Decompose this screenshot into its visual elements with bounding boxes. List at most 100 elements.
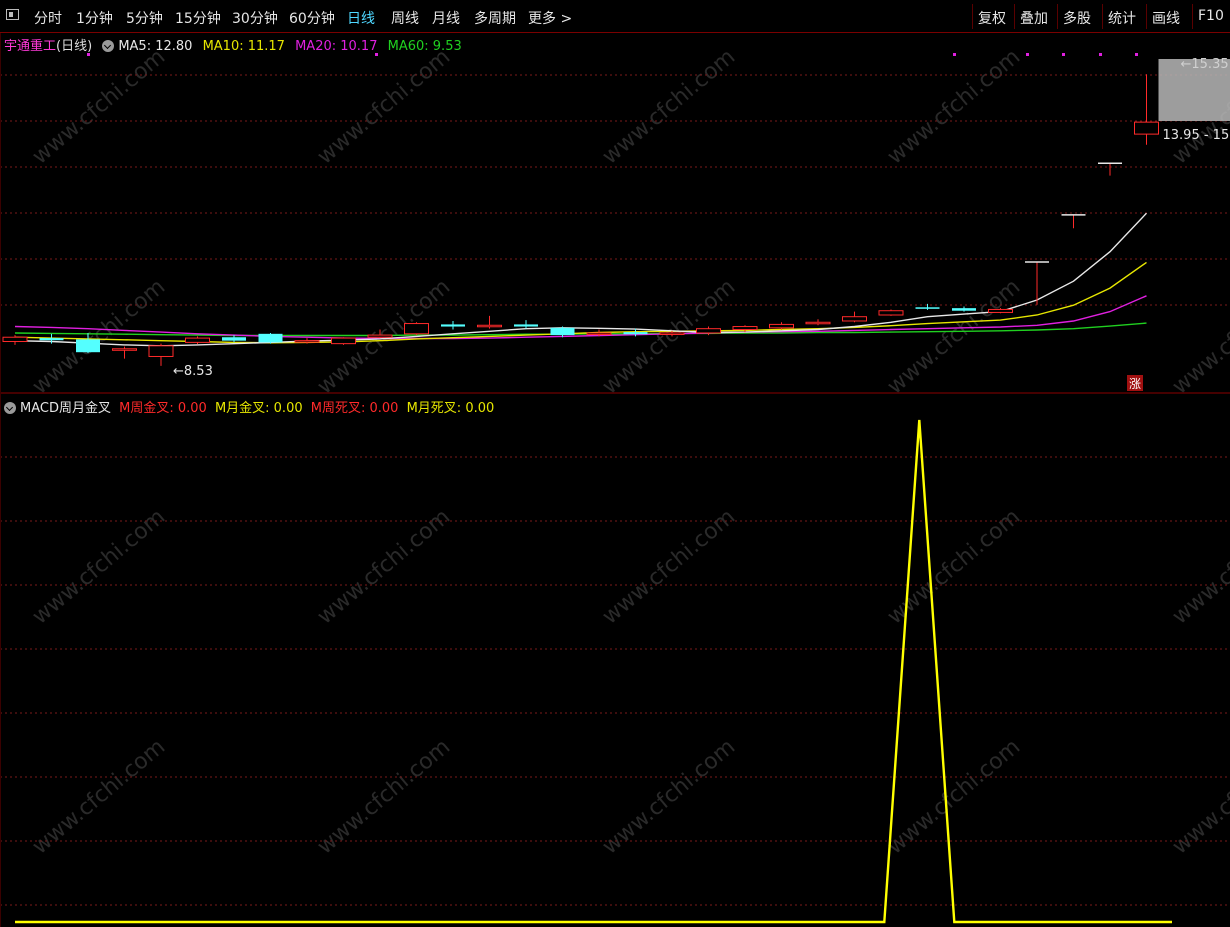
candle-body [732, 326, 758, 331]
toolbar-tab-1min[interactable]: 1分钟 [76, 8, 113, 28]
toolbar-tab-60min[interactable]: 60分钟 [289, 8, 335, 28]
candle-body [550, 327, 575, 336]
m-week-dead-label: M周死叉: 0.00 [310, 401, 399, 416]
candle-body [586, 332, 612, 335]
toolbar-button-overlay[interactable]: 叠加 [1020, 8, 1048, 28]
toolbar-separator [1014, 4, 1015, 29]
candle-body [294, 340, 320, 343]
candle-body [39, 338, 64, 341]
candle-body [477, 324, 502, 328]
candle-body [915, 307, 940, 309]
high-price-label: ←15.35 [1181, 57, 1229, 72]
candle-body [404, 323, 429, 335]
toolbar-separator [1057, 4, 1058, 29]
watermark-text: www.cfchi.com [598, 504, 740, 629]
toolbar-tab-15min[interactable]: 15分钟 [175, 8, 221, 28]
candle-body [659, 332, 685, 335]
candle-body [258, 333, 283, 343]
candle-body [331, 337, 356, 345]
candle-body [367, 334, 393, 338]
period-toolbar: 分时 1分钟 5分钟 15分钟 30分钟 60分钟 日线 周线 月线 多周期 更多 > 复权 叠加 多股统… [0, 0, 1230, 33]
candle-body [441, 324, 465, 327]
top-marker-dot [1062, 53, 1065, 56]
watermark-text: www.cfchi.com [598, 734, 740, 859]
grid-lines [0, 74, 1230, 906]
watermark-text: www.cfchi.com [313, 504, 455, 629]
candle-body [696, 328, 721, 334]
low-price-label: ←8.53 [173, 364, 213, 379]
stock-name[interactable]: 宇通重工 [4, 39, 56, 54]
chart-canvas: www.cfchi.com www.cfchi.com www.cfchi.com w… [0, 33, 1230, 927]
watermark-text: www.cfchi.com [1168, 504, 1230, 629]
candle-body [623, 332, 648, 335]
toolbar-tab-daily[interactable]: 日线 [347, 8, 375, 28]
toolbar-tab-minute[interactable]: 分时 [34, 8, 62, 28]
candle-body [185, 337, 210, 343]
watermark-text: www.cfchi.com [883, 274, 1025, 399]
signal-line [15, 419, 1172, 924]
toolbar-button-draw[interactable]: 画线 [1152, 8, 1180, 28]
toolbar-tab-weekly[interactable]: 周线 [391, 8, 419, 28]
toolbar-tab-monthly[interactable]: 月线 [432, 8, 460, 28]
watermark-layer: www.cfchi.com www.cfchi.com www.cfchi.com w… [28, 44, 1230, 859]
candle-body [2, 336, 28, 343]
toolbar-tab-5min[interactable]: 5分钟 [126, 8, 163, 28]
toolbar-button-f10[interactable]: F10 [1198, 8, 1224, 24]
m-month-dead-label: M月死叉: 0.00 [406, 401, 495, 416]
toolbar-button-statistics[interactable]: 统计 [1108, 8, 1136, 28]
watermark-text: www.cfchi.com [28, 504, 170, 629]
toolbar-separator [1192, 4, 1193, 29]
candle-body [222, 337, 246, 341]
ma10-label: MA10: 11.17 [202, 39, 285, 54]
candle-body [1134, 121, 1159, 135]
candle-body [769, 323, 794, 329]
ma60-label: MA60: 9.53 [387, 39, 462, 54]
watermark-text: www.cfchi.com [883, 44, 1025, 169]
toolbar-separator [1102, 4, 1103, 29]
m-week-golden-label: M周金叉: 0.00 [119, 401, 207, 416]
dropdown-icon[interactable] [102, 40, 115, 52]
top-marker-dot [1026, 53, 1029, 56]
ma5-label: MA5: 12.80 [118, 39, 193, 54]
m-month-golden-label: M月金叉: 0.00 [214, 401, 303, 416]
main-legend: 宇通重工(日线) MA5: 12.80 MA10: 11.17 MA20: 10… [4, 35, 462, 54]
toolbar-separator [1146, 4, 1147, 29]
candle-body [112, 348, 137, 351]
candle-body [878, 310, 904, 316]
indicator-legend: MACD周月金叉 M周金叉: 0.00 M月金叉: 0.00 M周死叉: 0.0… [4, 397, 494, 416]
watermark-text: www.cfchi.com [1168, 274, 1230, 399]
panel-toggle-icon[interactable] [6, 9, 19, 20]
toolbar-button-multi-stock[interactable]: 多股 [1063, 8, 1091, 28]
indicator-name[interactable]: MACD周月金叉 [20, 401, 111, 416]
candle-body [842, 316, 867, 322]
ma20-label: MA20: 10.17 [295, 39, 378, 54]
top-marker-dot [1135, 53, 1138, 56]
limit-up-label: 涨 [1129, 376, 1141, 391]
top-marker-dot [953, 53, 956, 56]
toolbar-separator [972, 4, 973, 29]
watermark-text: www.cfchi.com [28, 734, 170, 859]
candle-body [805, 321, 831, 325]
toolbar-tab-30min[interactable]: 30分钟 [232, 8, 278, 28]
watermark-text: www.cfchi.com [313, 734, 455, 859]
toolbar-button-restore-rights[interactable]: 复权 [978, 8, 1006, 28]
watermark-text: www.cfchi.com [883, 504, 1025, 629]
candle-body [76, 339, 100, 353]
top-marker-dot [1099, 53, 1102, 56]
watermark-text: www.cfchi.com [28, 44, 170, 169]
watermark-text: www.cfchi.com [598, 44, 740, 169]
watermark-text: www.cfchi.com [883, 734, 1025, 859]
toolbar-tab-multi[interactable]: 多周期 [474, 8, 516, 28]
candle-body [514, 324, 538, 327]
watermark-text: www.cfchi.com [598, 274, 740, 399]
watermark-text: www.cfchi.com [313, 44, 455, 169]
range-label: 13.95 - 15.3 [1163, 128, 1230, 143]
toolbar-tab-more[interactable]: 更多 > [528, 8, 572, 28]
signal-series [15, 419, 1172, 924]
candle-body [988, 308, 1013, 313]
period-label: (日线) [56, 39, 93, 54]
dropdown-icon[interactable] [4, 402, 16, 414]
candle-body [952, 308, 976, 311]
candle-body [148, 345, 174, 357]
watermark-text: www.cfchi.com [28, 274, 170, 399]
